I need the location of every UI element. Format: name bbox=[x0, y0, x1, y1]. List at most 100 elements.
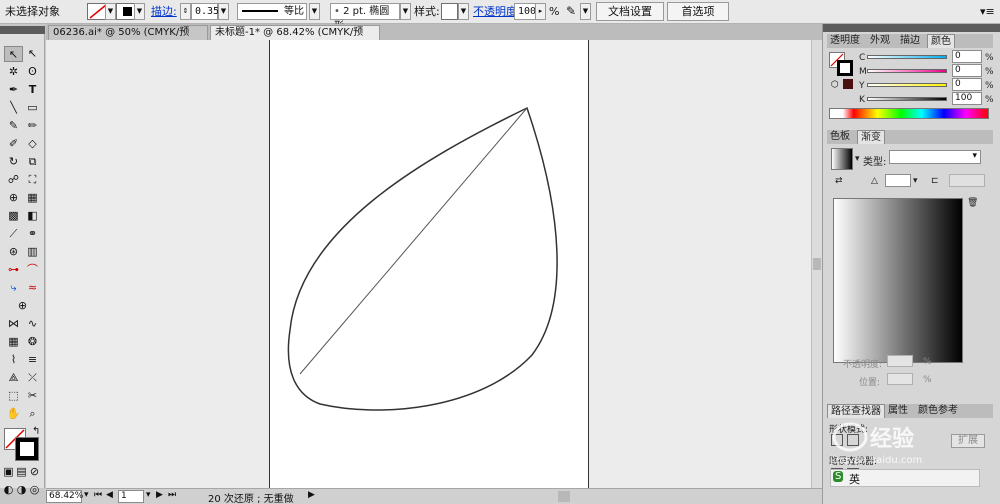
fill-dropdown[interactable]: ▼ bbox=[105, 3, 116, 20]
twirl-tool-icon[interactable]: ∿ bbox=[23, 316, 42, 332]
draw-behind-icon[interactable]: ◑ bbox=[15, 482, 28, 498]
channel-y-slider[interactable] bbox=[867, 83, 947, 87]
channel-c-slider[interactable] bbox=[867, 55, 947, 59]
zoom-tool-icon[interactable]: ⌕ bbox=[23, 406, 42, 422]
perspective-grid-tool-icon[interactable]: ▦ bbox=[23, 190, 42, 206]
ime-toolbar[interactable]: S 英 bbox=[830, 469, 980, 487]
width-tool-icon[interactable]: ≈ bbox=[23, 280, 42, 296]
panel-menu-icon[interactable]: ▾≡ bbox=[980, 3, 995, 20]
blend-tool-icon[interactable]: ⚭ bbox=[23, 226, 42, 242]
stroke-stepper[interactable]: ⇕ bbox=[180, 3, 191, 20]
gradient-type-select[interactable]: ▾ bbox=[889, 150, 981, 164]
tab-color[interactable]: 颜色 bbox=[927, 34, 955, 48]
canvas-area[interactable] bbox=[46, 40, 811, 488]
gradient-thumbnail-dropdown-icon[interactable]: ▾ bbox=[855, 154, 860, 164]
tab-document-06236[interactable]: 06236.ai* @ 50% (CMYK/预览)✕ bbox=[48, 25, 208, 52]
stroke-link[interactable]: 描边: bbox=[151, 3, 177, 20]
crosshair-tool-icon[interactable]: ⊕ bbox=[13, 298, 32, 314]
recolor-artwork-icon[interactable]: ✎ bbox=[566, 3, 576, 20]
delete-stop-icon[interactable]: 🗑 bbox=[967, 198, 978, 208]
tab-swatches[interactable]: 色板 bbox=[827, 130, 853, 144]
reshape-tool-icon[interactable]: ⋈ bbox=[4, 316, 23, 332]
wrinkle-tool-icon[interactable]: ⌇ bbox=[4, 352, 23, 368]
scale-tool-icon[interactable]: ⧉ bbox=[23, 154, 42, 170]
preferences-button[interactable]: 首选项 bbox=[667, 2, 729, 21]
selection-tool-icon[interactable]: ↖ bbox=[4, 46, 23, 62]
crop-tool-icon[interactable]: ⬚ bbox=[4, 388, 23, 404]
channel-y-input[interactable]: 0 bbox=[952, 78, 982, 91]
graphic-style-dropdown[interactable]: ▼ bbox=[458, 3, 469, 20]
scroll-thumb[interactable] bbox=[813, 258, 821, 270]
ime-lang[interactable]: 英 bbox=[849, 471, 860, 487]
tab-appearance[interactable]: 外观 bbox=[867, 34, 893, 48]
screen-mode-icon[interactable]: ◎ bbox=[28, 482, 41, 498]
page-field[interactable]: 1 bbox=[118, 490, 144, 503]
leaf-artwork[interactable] bbox=[270, 40, 590, 488]
pen-tool-icon[interactable]: ✒ bbox=[4, 82, 23, 98]
reverse-gradient-icon[interactable]: ⇄ bbox=[835, 176, 843, 186]
stroke-dropdown[interactable]: ▼ bbox=[134, 3, 145, 20]
vertical-scrollbar[interactable] bbox=[811, 40, 822, 488]
gradient-tool-icon[interactable]: ◧ bbox=[23, 208, 42, 224]
tab-transparency[interactable]: 透明度 bbox=[827, 34, 863, 48]
brush-dropdown[interactable]: ▼ bbox=[400, 3, 411, 20]
tab-gradient[interactable]: 渐变 bbox=[857, 130, 885, 144]
stroke-weight-input[interactable]: 0.353: bbox=[191, 3, 231, 20]
channel-k-input[interactable]: 100 bbox=[952, 92, 982, 105]
type-tool-icon[interactable]: T bbox=[23, 82, 42, 98]
color-stroke-swatch[interactable] bbox=[837, 60, 853, 76]
rotate-tool-icon[interactable]: ↻ bbox=[4, 154, 23, 170]
none-mode-icon[interactable]: ⊘ bbox=[28, 464, 41, 480]
opacity-dropdown[interactable]: ▸ bbox=[535, 3, 546, 20]
zoom-field[interactable]: 68.42% bbox=[46, 490, 83, 503]
recolor-dropdown[interactable]: ▼ bbox=[580, 3, 591, 20]
gradient-preview[interactable] bbox=[833, 198, 963, 363]
align-tool-icon[interactable]: ≡ bbox=[23, 352, 42, 368]
mesh-tool-icon[interactable]: ▩ bbox=[4, 208, 23, 224]
pucker-tool-icon[interactable]: ❂ bbox=[23, 334, 42, 350]
stroke-weight-dropdown[interactable]: ▼ bbox=[218, 3, 229, 20]
brush-definition[interactable]: • 2 pt. 椭圆形 bbox=[330, 3, 400, 32]
tab-stroke[interactable]: 描边 bbox=[897, 34, 923, 48]
channel-m-input[interactable]: 0 bbox=[952, 64, 982, 77]
tab-document-untitled[interactable]: 未标题-1* @ 68.42% (CMYK/预览)✕ bbox=[210, 25, 380, 52]
gradient-mode-icon[interactable]: ▤ bbox=[15, 464, 28, 480]
channel-k-slider[interactable] bbox=[867, 97, 947, 101]
profile-dropdown[interactable]: ▼ bbox=[309, 3, 320, 20]
horizontal-scroll-thumb[interactable] bbox=[558, 491, 570, 502]
page-dropdown-icon[interactable]: ▾ bbox=[146, 490, 151, 500]
graphic-style-swatch[interactable] bbox=[441, 3, 458, 20]
next-page-icon[interactable]: ▶ bbox=[156, 490, 163, 500]
lasso-tool-icon[interactable]: ʘ bbox=[23, 64, 42, 80]
artboard[interactable] bbox=[269, 40, 589, 488]
eyedropper-tool-icon[interactable]: ⟋ bbox=[4, 226, 23, 242]
column-graph-tool-icon[interactable]: ▥ bbox=[23, 244, 42, 260]
zoom-dropdown-icon[interactable]: ▾ bbox=[84, 490, 89, 500]
hand-path-tool-icon[interactable]: ⤷ bbox=[4, 280, 23, 296]
hand-tool-icon[interactable]: ✋ bbox=[4, 406, 23, 422]
symbol-sprayer-tool-icon[interactable]: ⊛ bbox=[4, 244, 23, 260]
gradient-thumbnail[interactable] bbox=[831, 148, 853, 170]
knife-tool-icon[interactable]: ⤫ bbox=[23, 370, 42, 386]
color-spectrum[interactable] bbox=[829, 108, 989, 119]
stroke-indicator[interactable] bbox=[15, 437, 39, 461]
angle-input[interactable] bbox=[885, 174, 911, 187]
prev-page-icon[interactable]: ◀ bbox=[106, 490, 113, 500]
measure-tool-icon[interactable]: ⟁ bbox=[4, 370, 23, 386]
direct-selection-tool-icon[interactable]: ↖ bbox=[23, 46, 42, 62]
document-setup-button[interactable]: 文档设置 bbox=[596, 2, 664, 21]
warp-tool-icon[interactable]: ☍ bbox=[4, 172, 23, 188]
shape-builder-tool-icon[interactable]: ⊕ bbox=[4, 190, 23, 206]
draw-normal-icon[interactable]: ◐ bbox=[2, 482, 15, 498]
status-menu-icon[interactable]: ▶ bbox=[308, 490, 315, 500]
line-tool-icon[interactable]: ╲ bbox=[4, 100, 23, 116]
slice-tool-icon[interactable]: ⌒ bbox=[23, 262, 42, 278]
last-page-icon[interactable]: ⏭ bbox=[168, 490, 176, 500]
swap-fill-stroke-icon[interactable]: ↰ bbox=[32, 426, 40, 437]
scissors-tool-icon[interactable]: ✂ bbox=[23, 388, 42, 404]
last-color-swatch[interactable] bbox=[843, 79, 853, 89]
artboard-tool-icon[interactable]: ⊶ bbox=[4, 262, 23, 278]
variable-width-profile[interactable]: 等比 bbox=[237, 3, 307, 20]
pencil-tool-icon[interactable]: ✏ bbox=[23, 118, 42, 134]
rectangle-tool-icon[interactable]: ▭ bbox=[23, 100, 42, 116]
